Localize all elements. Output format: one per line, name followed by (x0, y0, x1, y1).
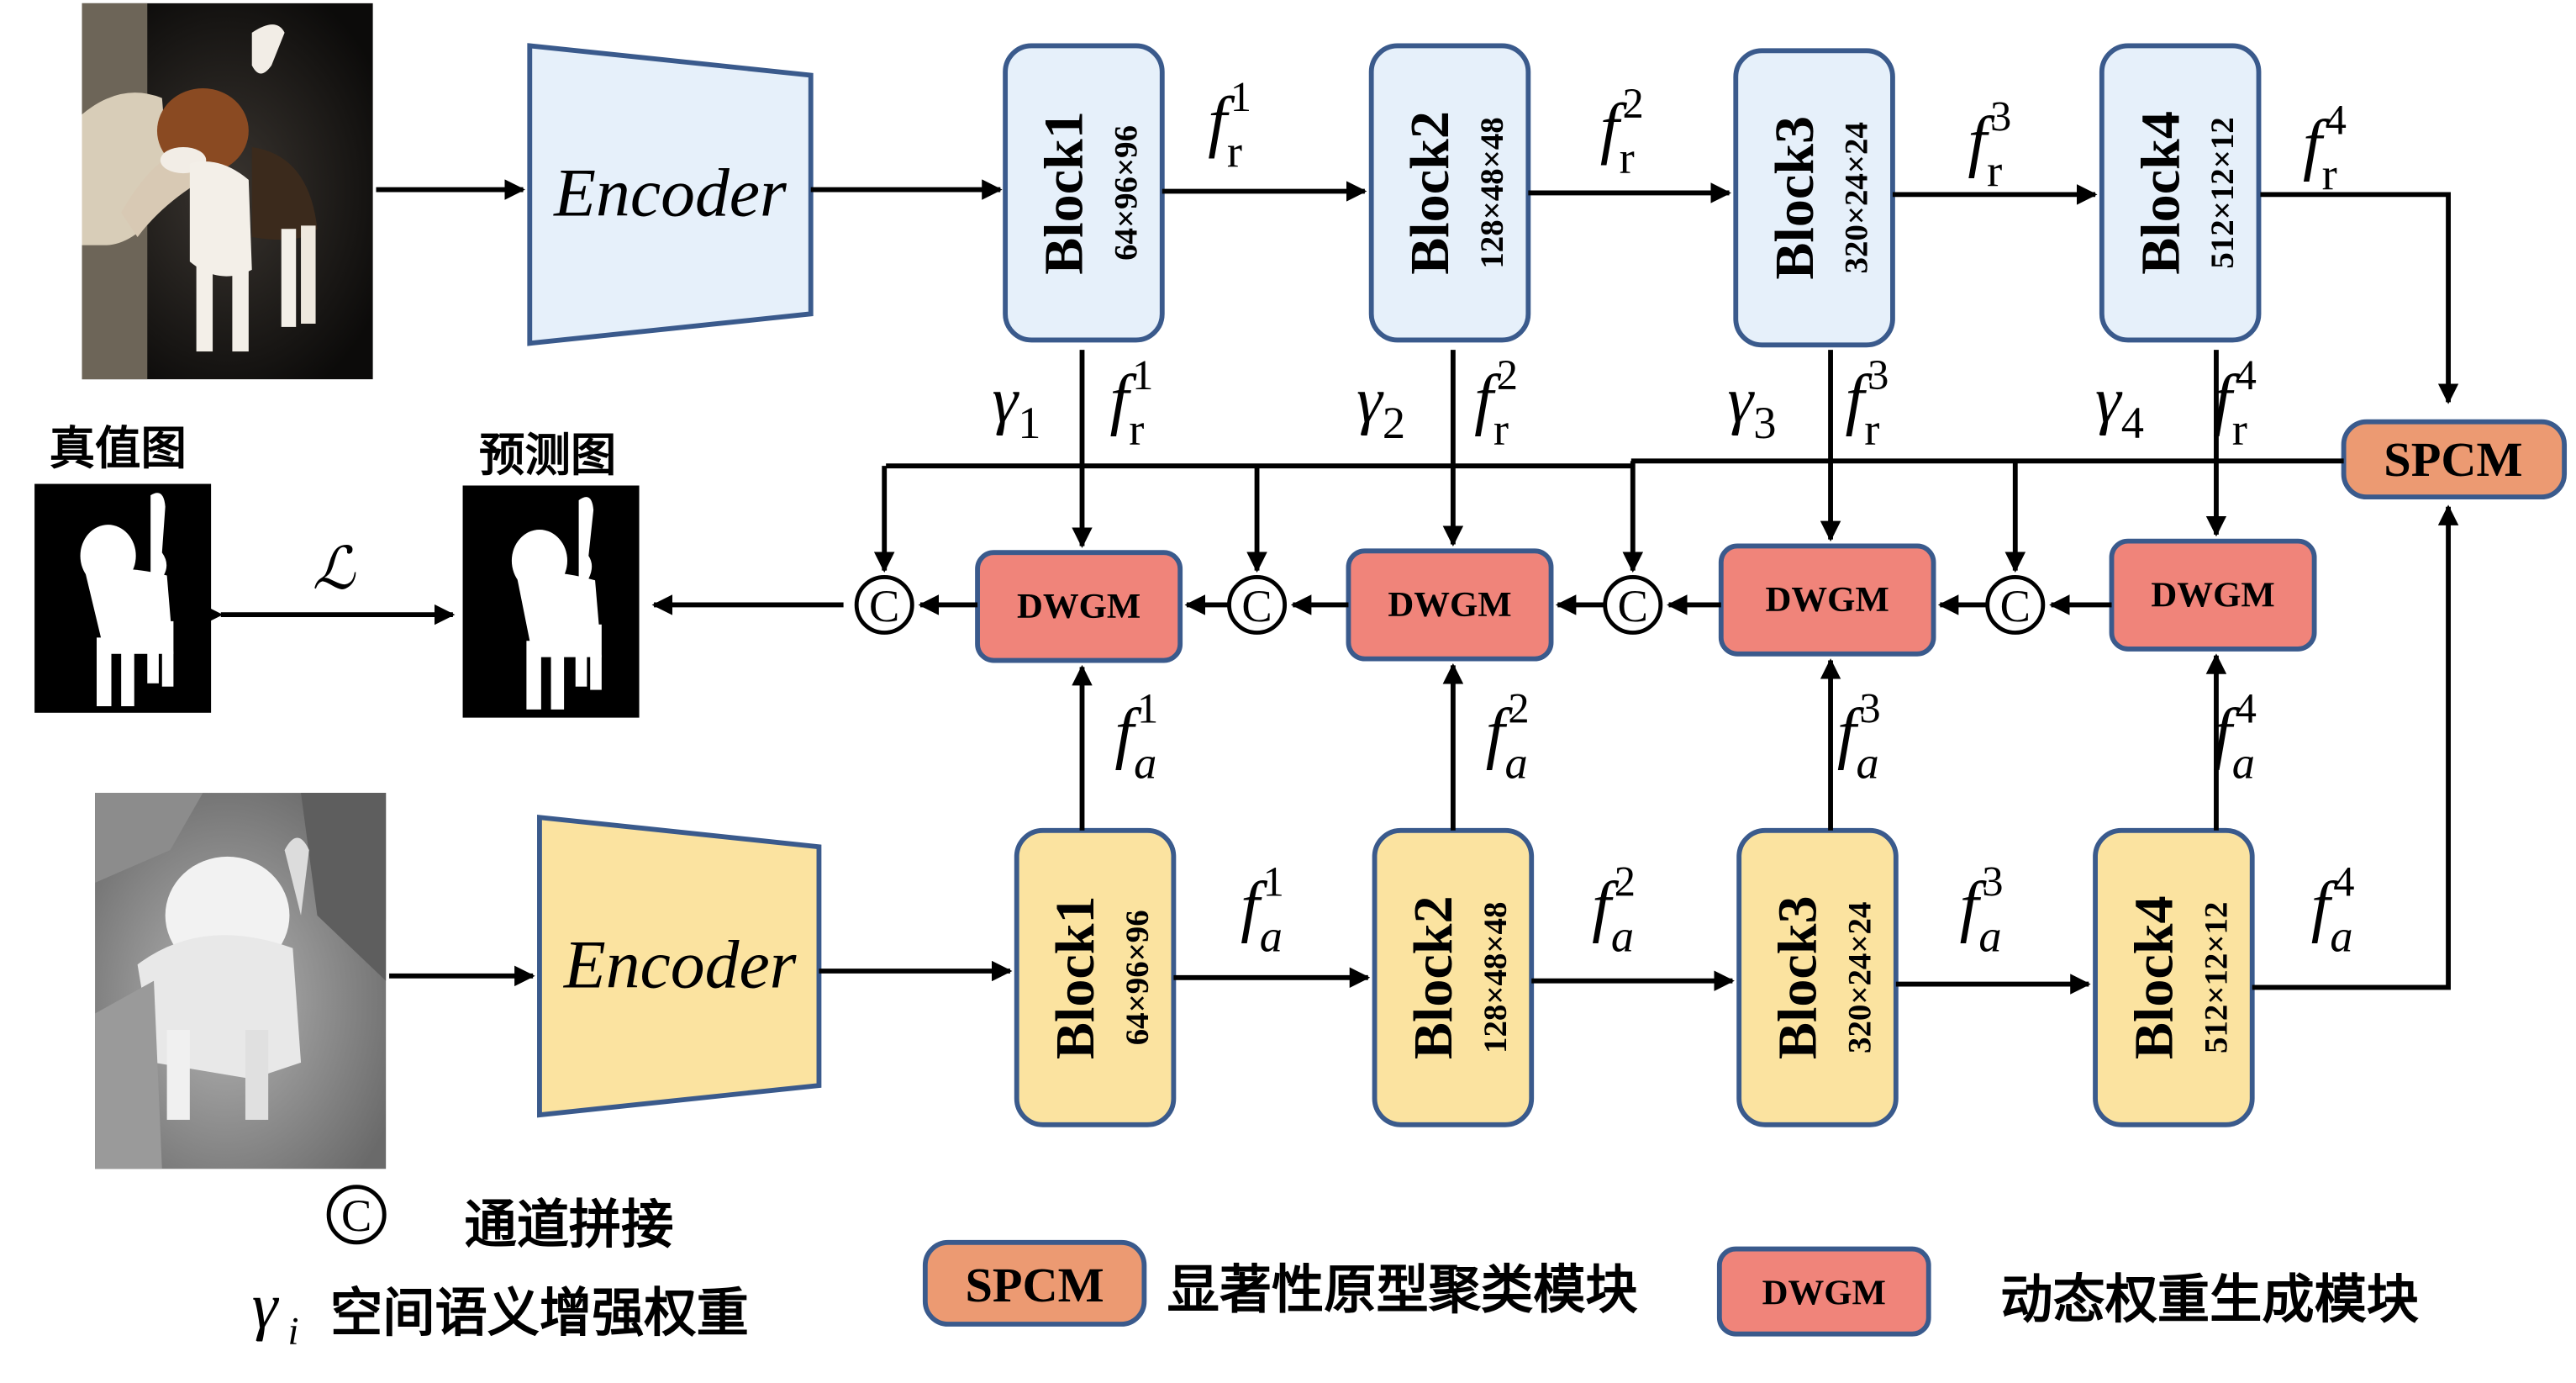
loss-symbol: ℒ (313, 537, 356, 602)
depth-block-3-dims: 320×24×24 (1842, 902, 1878, 1053)
dwgm-label-4: DWGM (2151, 575, 2274, 615)
legend-gamma-symbol: γ (252, 1270, 280, 1342)
dwgm-label-3: DWGM (1766, 580, 1889, 620)
depth-flow-feature-3: f3a (1960, 858, 2004, 962)
legend-spcm-label: SPCM (965, 1258, 1104, 1312)
rgb-input-image (82, 3, 373, 380)
rgb-mid-feature-1: f1r (1110, 351, 1154, 455)
rgb-to-spcm-line (2260, 192, 2459, 404)
dwgm-label-2: DWGM (1388, 585, 1511, 625)
ground-truth-label: 真值图 (50, 421, 187, 475)
concat-symbol-2: C (1241, 580, 1272, 631)
legend-dwgm-label: DWGM (1762, 1274, 1886, 1313)
architecture-diagram: 真值图 预测图 ℒ Encoder Encoder Block1 64×96×96… (34, 3, 2568, 1353)
rgb-block-2-dims: 128×48×48 (1474, 117, 1510, 268)
depth-block-4-dims: 512×12×12 (2198, 902, 2234, 1053)
spcm-label: SPCM (2384, 432, 2522, 487)
ground-truth-image (34, 483, 212, 713)
concat-symbol-3: C (1618, 580, 1648, 631)
rgb-mid-feature-2: f2r (1474, 351, 1518, 455)
depth-up-feature-4: f4a (2213, 684, 2257, 788)
depth-block-1-dims: 64×96×96 (1119, 910, 1156, 1045)
prediction-image (462, 485, 640, 718)
depth-block-1-name: Block1 (1045, 895, 1106, 1059)
depth-block-3-name: Block3 (1767, 895, 1829, 1059)
rgb-block-3-dims: 320×24×24 (1839, 122, 1875, 273)
depth-up-feature-2: f2a (1486, 684, 1530, 788)
prediction-label: 预测图 (479, 428, 616, 482)
depth-block-2-name: Block2 (1403, 895, 1464, 1059)
depth-input-image (95, 793, 387, 1169)
depth-encoder-label: Encoder (563, 926, 798, 1002)
depth-flow-feature-2: f2a (1592, 858, 1636, 962)
depth-flow-feature-1: f1a (1241, 858, 1284, 962)
rgb-mid-feature-4: f4r (2213, 351, 2257, 455)
rgb-top-feature-4: f4r (2303, 96, 2347, 199)
rgb-top-feature-2: f2r (1600, 80, 1644, 183)
gamma-4: γ4 (2095, 364, 2144, 448)
depth-up-feature-1: f1a (1114, 684, 1158, 788)
gamma-1: γ1 (993, 364, 1041, 448)
legend: C 通道拼接 γ i 空间语义增强权重 SPCM 显著性原型聚类模块 DWGM … (252, 1185, 2419, 1353)
rgb-block-4-name: Block4 (2130, 111, 2191, 275)
legend-concat-text: 通道拼接 (465, 1194, 674, 1255)
concat-symbol-4: C (2000, 580, 2031, 631)
rgb-block-3-name: Block3 (1764, 116, 1825, 280)
concat-symbol-1: C (869, 580, 899, 631)
legend-dwgm-text: 动态权重生成模块 (2000, 1269, 2419, 1330)
dwgm-label-1: DWGM (1017, 587, 1140, 626)
depth-up-feature-3: f3a (1837, 684, 1881, 788)
legend-spcm-text: 显著性原型聚类模块 (1167, 1259, 1638, 1321)
rgb-block-4-dims: 512×12×12 (2205, 117, 2241, 268)
rgb-top-feature-3: f3r (1968, 93, 2011, 197)
rgb-block-1-name: Block1 (1034, 111, 1095, 275)
legend-gamma-text: 空间语义增强权重 (330, 1282, 749, 1343)
rgb-encoder-label: Encoder (553, 155, 788, 231)
rgb-block-1-dims: 64×96×96 (1109, 125, 1145, 261)
depth-flow-feature-4: f4a (2311, 858, 2355, 962)
gamma-2: γ2 (1356, 364, 1405, 448)
legend-gamma-sub: i (288, 1309, 299, 1353)
rgb-block-2-name: Block2 (1399, 111, 1461, 275)
rgb-mid-feature-3: f3r (1846, 351, 1889, 455)
legend-concat-symbol: C (341, 1190, 371, 1241)
rgb-top-feature-1: f1r (1208, 73, 1251, 177)
gamma-3: γ3 (1728, 364, 1777, 448)
depth-block-2-dims: 128×48×48 (1478, 902, 1514, 1053)
depth-block-4-name: Block4 (2124, 895, 2185, 1059)
